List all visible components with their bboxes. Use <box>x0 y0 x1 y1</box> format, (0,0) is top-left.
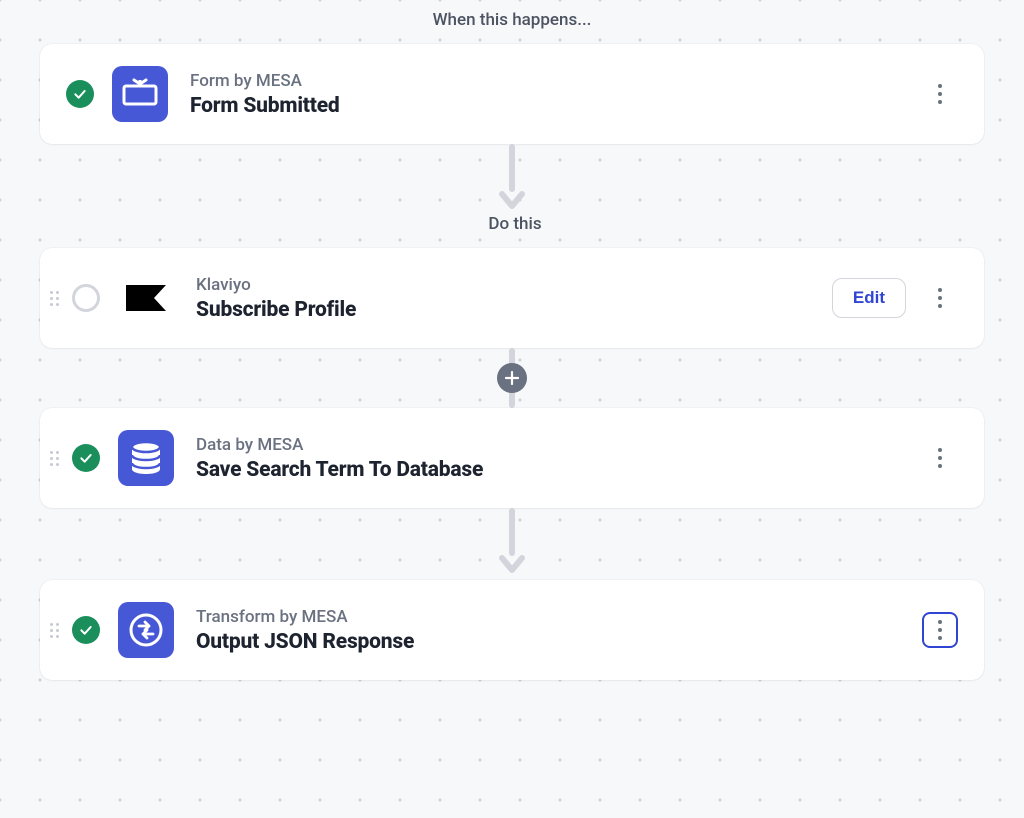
step-provider: Transform by MESA <box>196 607 922 627</box>
database-icon <box>118 430 174 486</box>
transform-icon <box>118 602 174 658</box>
step-provider: Klaviyo <box>196 275 832 295</box>
kebab-menu-button[interactable] <box>922 440 958 476</box>
klaviyo-icon <box>118 270 174 326</box>
step-text: Data by MESA Save Search Term To Databas… <box>196 435 922 482</box>
step-title: Save Search Term To Database <box>196 458 922 482</box>
status-empty-icon <box>72 284 100 312</box>
connector-arrow <box>40 144 984 210</box>
kebab-menu-button[interactable] <box>922 76 958 112</box>
add-step-button[interactable] <box>497 363 527 393</box>
step-title: Output JSON Response <box>196 630 922 654</box>
drag-handle-icon[interactable] <box>50 291 60 305</box>
step-text: Klaviyo Subscribe Profile <box>196 275 832 322</box>
step-text: Transform by MESA Output JSON Response <box>196 607 922 654</box>
arrow-down-icon <box>498 190 526 210</box>
workflow-step-trigger[interactable]: Form by MESA Form Submitted <box>40 44 984 144</box>
workflow-step-database[interactable]: Data by MESA Save Search Term To Databas… <box>40 408 984 508</box>
workflow-canvas: When this happens... Form by MESA Form S… <box>0 0 1024 720</box>
connector-arrow <box>40 508 984 574</box>
workflow-step-transform[interactable]: Transform by MESA Output JSON Response <box>40 580 984 680</box>
connector-add <box>40 348 984 408</box>
form-icon <box>112 66 168 122</box>
status-done-icon <box>72 616 100 644</box>
step-title: Form Submitted <box>190 94 922 118</box>
step-text: Form by MESA Form Submitted <box>190 71 922 118</box>
arrow-down-icon <box>498 554 526 574</box>
step-provider: Form by MESA <box>190 71 922 91</box>
step-title: Subscribe Profile <box>196 298 832 322</box>
kebab-menu-button[interactable] <box>922 612 958 648</box>
drag-handle-icon[interactable] <box>50 451 60 465</box>
actions-section-label: Do this <box>40 214 984 234</box>
status-done-icon <box>72 444 100 472</box>
drag-handle-icon[interactable] <box>50 623 60 637</box>
kebab-menu-button[interactable] <box>922 280 958 316</box>
status-done-icon <box>66 80 94 108</box>
edit-button[interactable]: Edit <box>832 278 906 318</box>
workflow-step-klaviyo[interactable]: Klaviyo Subscribe Profile Edit <box>40 248 984 348</box>
trigger-section-label: When this happens... <box>40 10 984 30</box>
step-provider: Data by MESA <box>196 435 922 455</box>
